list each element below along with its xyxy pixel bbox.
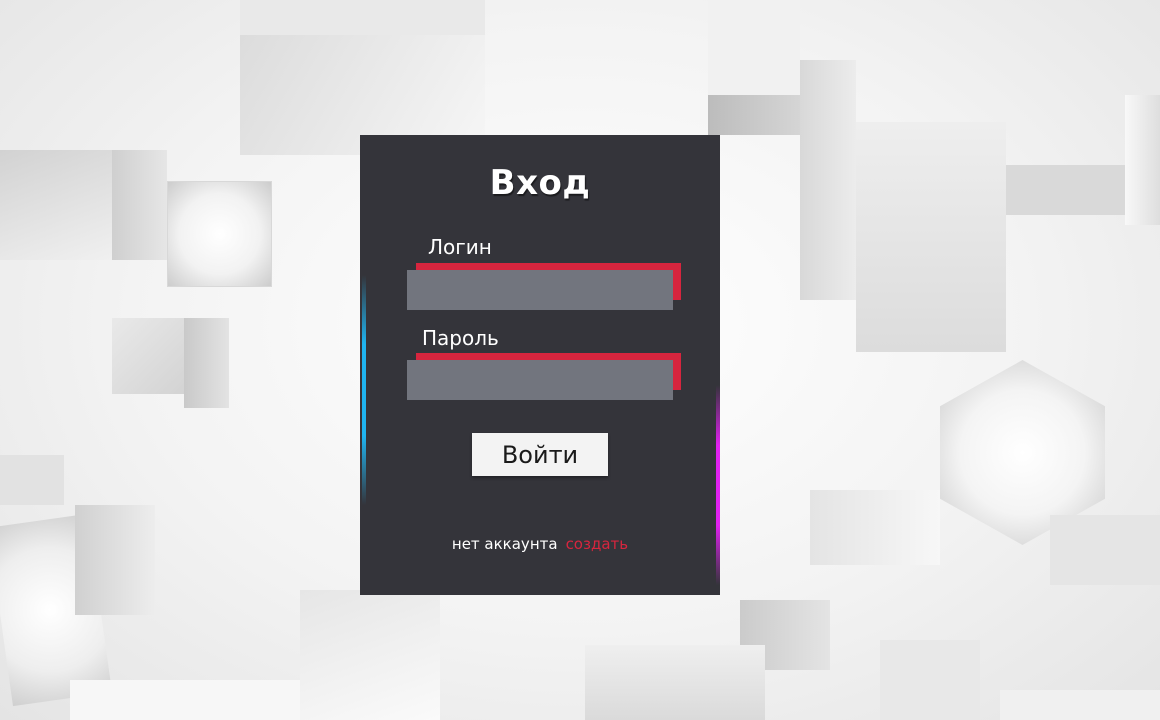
login-card: Вход Логин Пароль Войти нет аккаунта созд… (360, 135, 720, 595)
right-glow-accent (716, 385, 720, 585)
left-glow-accent (362, 275, 366, 505)
login-field-wrapper (407, 263, 681, 310)
password-field-wrapper (407, 353, 681, 400)
register-prompt: нет аккаунта создать (360, 535, 720, 553)
no-account-text: нет аккаунта (451, 535, 558, 553)
page-title: Вход (489, 163, 591, 203)
login-button[interactable]: Войти (472, 433, 608, 476)
create-account-link[interactable]: создать (566, 535, 629, 553)
login-label: Логин (428, 235, 492, 259)
password-input[interactable] (407, 360, 673, 400)
login-input[interactable] (407, 270, 673, 310)
password-label: Пароль (422, 326, 499, 350)
